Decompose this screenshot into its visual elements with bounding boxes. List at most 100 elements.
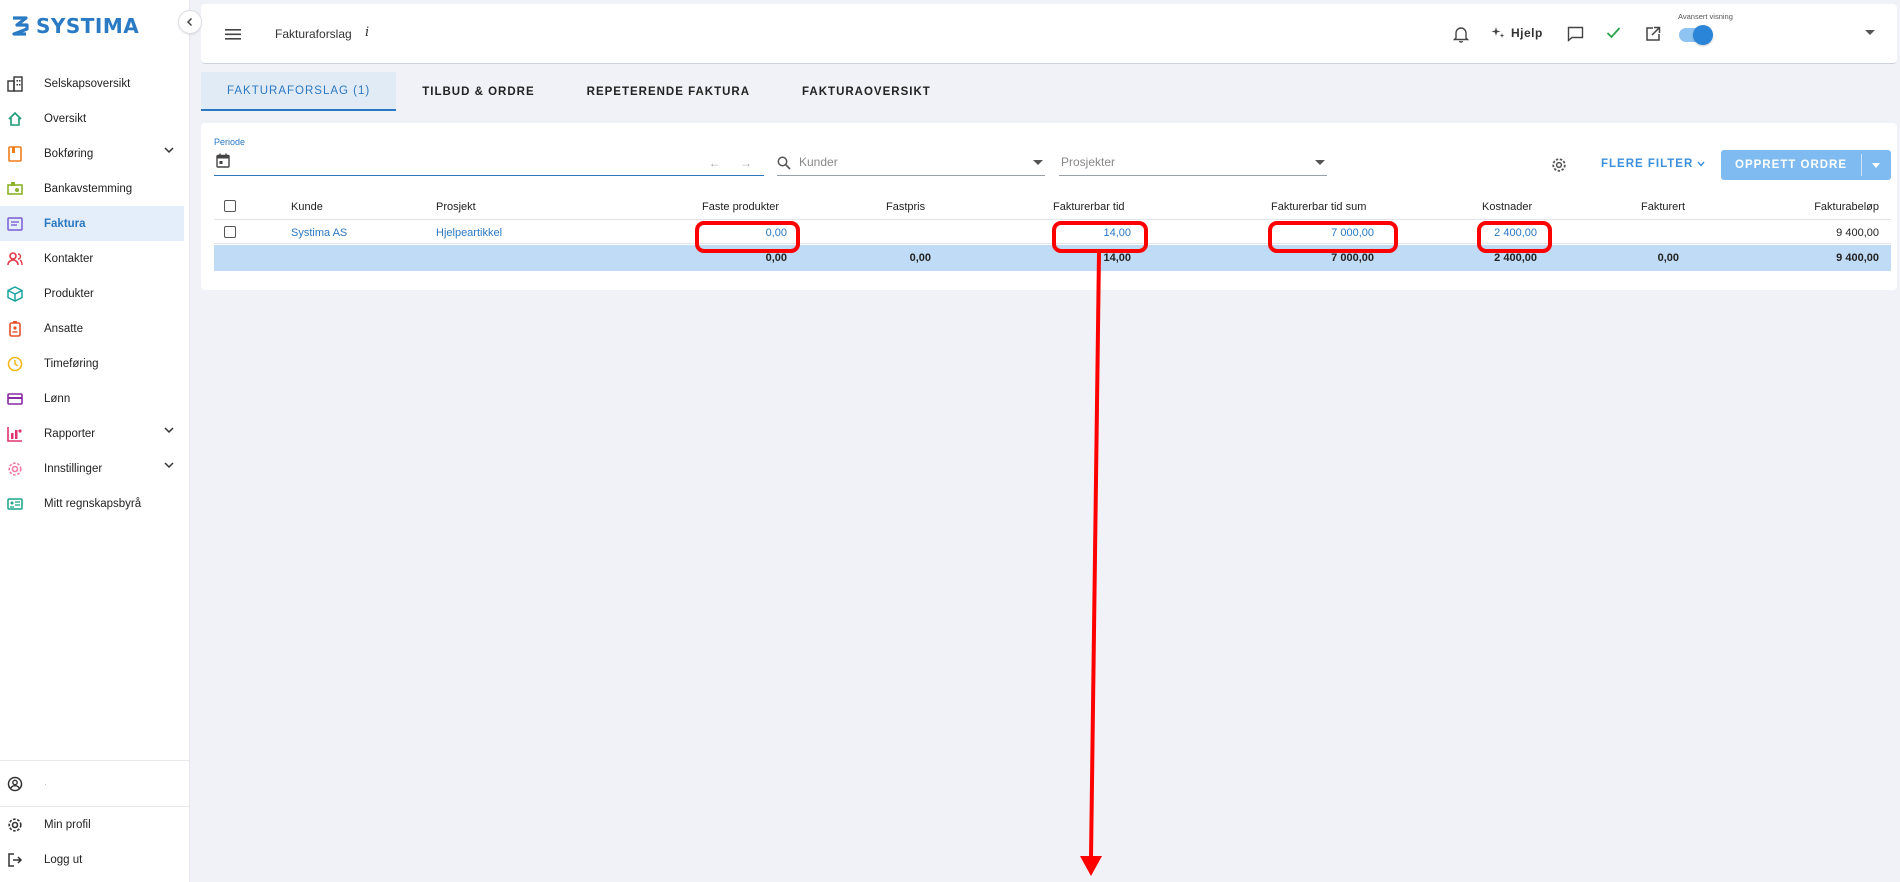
sidebar-item-selskapsoversikt[interactable]: Selskapsoversikt <box>0 66 190 101</box>
buildings-icon <box>7 75 23 92</box>
top-header: Fakturaforslag i Hjelp Avansert visning <box>201 4 1897 64</box>
create-order-dropdown-caret-icon[interactable] <box>1872 163 1880 168</box>
cell-fakturabelop: 9 400,00 <box>1836 227 1879 239</box>
cell-kunde[interactable]: Systima AS <box>291 227 347 239</box>
sidebar-item-min-profil[interactable]: Min profil <box>0 807 190 842</box>
total-fakturert: 0,00 <box>1657 252 1679 264</box>
id-card-icon <box>7 496 23 512</box>
sidebar-item-kontakter[interactable]: Kontakter <box>0 241 190 276</box>
chevron-down-icon[interactable] <box>164 146 174 157</box>
period-nav-arrows[interactable]: ← → <box>709 156 760 170</box>
external-link-icon[interactable] <box>1645 26 1661 42</box>
col-header-fakturerbar-tid[interactable]: Fakturerbar tid <box>1053 201 1125 213</box>
sidebar-item-logg-ut[interactable]: Logg ut <box>0 842 190 877</box>
collapse-sidebar-button[interactable] <box>178 10 202 34</box>
account-circle-icon <box>7 776 23 792</box>
hamburger-menu-icon[interactable] <box>225 27 241 46</box>
total-fastpris: 0,00 <box>909 252 931 264</box>
gear-icon <box>7 817 23 833</box>
prosjekter-placeholder: Prosjekter <box>1061 155 1116 169</box>
calendar-icon[interactable] <box>216 153 230 173</box>
prosjekter-select[interactable]: Prosjekter <box>1059 150 1327 176</box>
sidebar-item-label: Produkter <box>44 287 94 300</box>
toggle-knob <box>1693 25 1713 45</box>
sidebar-item-produkter[interactable]: Produkter <box>0 276 190 311</box>
annotation-box-fakturerbar-tid <box>1052 221 1148 253</box>
annotation-box-fakturerbar-tid-sum <box>1268 221 1398 253</box>
sidebar-item-bokforing[interactable]: Bokføring <box>0 136 190 171</box>
select-all-checkbox[interactable] <box>224 200 236 212</box>
advanced-view-toggle[interactable] <box>1679 25 1713 45</box>
sidebar-item-label: Innstillinger <box>44 462 103 475</box>
sidebar-item-label: Bokføring <box>44 147 94 160</box>
page-title: Fakturaforslag <box>275 27 352 41</box>
sidebar-item-label: Logg ut <box>44 853 83 866</box>
col-header-kunde[interactable]: Kunde <box>291 201 323 213</box>
sidebar-user-section: · Min profil Logg ut <box>0 760 190 877</box>
col-header-fakturabelop[interactable]: Fakturabeløp <box>1814 201 1879 213</box>
sidebar-item-lonn[interactable]: Lønn <box>0 381 190 416</box>
ledger-icon <box>7 145 23 162</box>
col-header-kostnader[interactable]: Kostnader <box>1482 201 1532 213</box>
create-order-button[interactable]: OPPRETT ORDRE <box>1721 150 1891 180</box>
dropdown-caret-icon <box>1033 160 1043 165</box>
periode-label: Periode <box>214 137 246 147</box>
sidebar-item-label: Oversikt <box>44 112 87 125</box>
col-header-faste-produkter[interactable]: Faste produkter <box>702 201 779 213</box>
tab-tilbud-ordre[interactable]: TILBUD & ORDRE <box>396 72 560 111</box>
cube-icon <box>7 285 23 302</box>
card-icon <box>7 391 23 407</box>
sidebar-item-label: Selskapsoversikt <box>44 77 131 90</box>
info-icon[interactable]: i <box>365 25 369 40</box>
sidebar-item-rapporter[interactable]: Rapporter <box>0 416 190 451</box>
create-order-label: OPPRETT ORDRE <box>1735 159 1848 171</box>
search-icon <box>777 156 791 170</box>
contacts-icon <box>7 251 23 267</box>
col-header-fakturerbar-tid-sum[interactable]: Fakturerbar tid sum <box>1271 201 1366 213</box>
col-header-fakturert[interactable]: Fakturert <box>1641 201 1685 213</box>
home-icon <box>7 111 23 127</box>
total-fakturerbar-tid-sum: 7 000,00 <box>1331 252 1374 264</box>
sidebar-nav: Selskapsoversikt Oversikt Bokføring Bank… <box>0 66 190 521</box>
sidebar-item-ansatte[interactable]: Ansatte <box>0 311 190 346</box>
sidebar-item-mitt-regnskapsbyra[interactable]: Mitt regnskapsbyrå <box>0 486 190 521</box>
sidebar: SYSTIMA Selskapsoversikt Oversikt Bokfør… <box>0 0 190 882</box>
total-fakturerbar-tid: 14,00 <box>1103 252 1131 264</box>
sidebar-item-label: Kontakter <box>44 252 94 265</box>
help-button[interactable]: Hjelp <box>1491 26 1543 40</box>
tab-fakturaforslag[interactable]: FAKTURAFORSLAG (1) <box>201 72 397 111</box>
chevron-left-icon <box>186 17 193 27</box>
sidebar-item-label: Bankavstemming <box>44 182 133 195</box>
more-filters-button[interactable]: FLERE FILTER <box>1601 158 1706 170</box>
invoice-tabs: FAKTURAFORSLAG (1) TILBUD & ORDRE REPETE… <box>201 72 957 112</box>
user-name: · <box>44 778 47 789</box>
sidebar-item-innstillinger[interactable]: Innstillinger <box>0 451 190 486</box>
total-kostnader: 2 400,00 <box>1494 252 1537 264</box>
sidebar-item-faktura[interactable]: Faktura <box>0 206 184 241</box>
kunder-select[interactable]: Kunder <box>777 150 1045 176</box>
tab-repeterende-faktura[interactable]: REPETERENDE FAKTURA <box>561 72 776 111</box>
systima-logo[interactable]: SYSTIMA <box>10 14 139 38</box>
invoice-proposal-card: Periode ← → Kunder Prosjekter FLERE FILT… <box>201 123 1897 290</box>
sidebar-item-bankavstemming[interactable]: Bankavstemming <box>0 171 190 206</box>
user-account[interactable]: · <box>0 761 190 807</box>
account-dropdown-caret-icon[interactable] <box>1865 30 1875 35</box>
more-filters-label: FLERE FILTER <box>1601 158 1694 170</box>
col-header-prosjekt[interactable]: Prosjekt <box>436 201 476 213</box>
periode-date-field[interactable]: ← → <box>214 150 764 176</box>
sidebar-item-label: Rapporter <box>44 427 96 440</box>
checkmark-icon[interactable] <box>1606 26 1621 39</box>
sidebar-item-oversikt[interactable]: Oversikt <box>0 101 190 136</box>
chevron-down-icon[interactable] <box>164 461 174 472</box>
chat-icon[interactable] <box>1567 26 1584 42</box>
bell-icon[interactable] <box>1453 26 1469 43</box>
tab-fakturaoversikt[interactable]: FAKTURAOVERSIKT <box>776 72 957 111</box>
sidebar-item-timeforing[interactable]: Timeføring <box>0 346 190 381</box>
chevron-down-icon[interactable] <box>164 426 174 437</box>
help-label: Hjelp <box>1511 26 1543 40</box>
cell-prosjekt[interactable]: Hjelpeartikkel <box>436 227 502 239</box>
row-checkbox[interactable] <box>224 226 236 238</box>
button-divider <box>1861 154 1862 176</box>
col-header-fastpris[interactable]: Fastpris <box>886 201 925 213</box>
table-settings-gear-icon[interactable] <box>1551 157 1567 178</box>
